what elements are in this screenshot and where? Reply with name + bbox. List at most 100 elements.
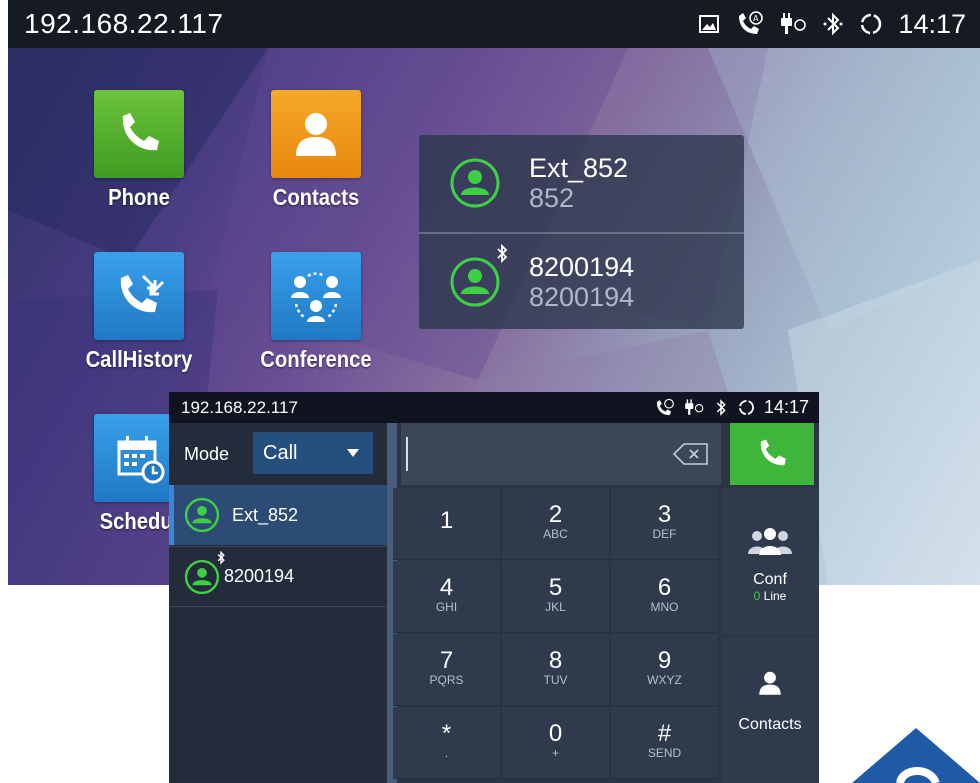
phone-icon	[760, 439, 786, 466]
text-cursor	[406, 437, 408, 471]
key-letters: GHI	[435, 600, 458, 614]
status-icons: A 14:17	[698, 9, 966, 40]
brand-logo-icon	[852, 728, 980, 783]
dialer-status-bar: 192.168.22.117 14:17	[169, 392, 819, 423]
contact-list-pane: Mode Call Ext_852 8200194	[169, 423, 387, 783]
favorite-number: 852	[529, 183, 575, 213]
key-letters: ABC	[543, 527, 568, 541]
favorite-number: 8200194	[529, 282, 635, 312]
key-digit: 6	[657, 574, 672, 601]
favorite-contact-row[interactable]: Ext_852 852	[419, 135, 744, 231]
app-label: Contacts	[272, 184, 360, 210]
dialer-screen: 192.168.22.117 14:17 Mode Call Ext_852 8…	[169, 392, 819, 783]
key-letters: JKL	[545, 600, 566, 614]
key-2[interactable]: 2 ABC	[502, 488, 610, 560]
key-8[interactable]: 8 TUV	[502, 634, 610, 706]
phone-icon	[94, 90, 184, 178]
key-4[interactable]: 4 GHI	[393, 561, 501, 633]
conference-line-count: 0	[753, 589, 761, 603]
app-conference[interactable]: Conference	[246, 252, 386, 373]
key-9[interactable]: 9 WXYZ	[611, 634, 719, 706]
power-supply-icon	[781, 13, 807, 34]
key-digit: 5	[548, 574, 563, 601]
favorite-contact-row[interactable]: 8200194 8200194	[419, 234, 744, 330]
app-call-history[interactable]: CallHistory	[69, 252, 209, 373]
key-star[interactable]: *.	[393, 707, 501, 779]
key-7[interactable]: 7 PQRS	[393, 634, 501, 706]
mode-label: Mode	[184, 443, 230, 464]
key-5[interactable]: 5 JKL	[502, 561, 610, 633]
status-time: 14:17	[898, 8, 966, 39]
key-digit: 7	[439, 647, 454, 674]
app-label: CallHistory	[85, 346, 193, 372]
contact-person-icon	[271, 90, 361, 178]
key-hash[interactable]: # SEND	[611, 707, 719, 779]
contacts-label: Contacts	[738, 716, 802, 733]
key-digit: 3	[657, 501, 672, 528]
key-3[interactable]: 3 DEF	[611, 488, 719, 560]
key-6[interactable]: 6 MNO	[611, 561, 719, 633]
call-button[interactable]	[730, 423, 814, 485]
key-digit: 1	[439, 507, 454, 534]
contact-avatar-icon	[184, 550, 225, 595]
conference-line-label: Line	[763, 589, 787, 603]
conference-label: Conf	[753, 571, 787, 588]
app-contacts[interactable]: Contacts	[246, 90, 386, 211]
app-label: Conference	[260, 346, 372, 372]
key-digit: 2	[548, 501, 563, 528]
call-history-icon	[94, 252, 184, 340]
voicemail-call-icon: A	[739, 11, 764, 34]
contact-person-icon	[759, 671, 781, 695]
bluetooth-icon	[497, 244, 508, 264]
key-letters: +	[551, 746, 559, 760]
dial-number-input[interactable]	[401, 423, 721, 485]
app-phone[interactable]: Phone	[69, 90, 209, 211]
key-letters: .	[444, 746, 449, 760]
mode-dropdown[interactable]: Call	[253, 432, 373, 474]
status-ip-address: 192.168.22.117	[24, 8, 224, 39]
favorite-name: 8200194	[529, 252, 635, 282]
key-digit: *	[441, 720, 452, 747]
contact-avatar-icon	[449, 157, 501, 209]
conference-button[interactable]: Conf 0 Line	[721, 488, 819, 637]
key-letters: WXYZ	[647, 673, 682, 687]
key-digit: #	[657, 720, 672, 747]
voicemail-call-icon	[656, 398, 674, 415]
conference-icon	[271, 252, 361, 340]
key-1[interactable]: 1	[393, 488, 501, 560]
power-supply-icon	[685, 399, 704, 415]
contact-list-item[interactable]: Ext_852	[169, 485, 387, 545]
contact-avatar-icon	[184, 497, 220, 533]
contact-avatar-icon	[449, 244, 508, 308]
contact-name: Ext_852	[232, 504, 299, 525]
dialer-side-actions: Conf 0 Line Contacts	[721, 488, 819, 783]
conference-people-icon	[748, 528, 792, 555]
key-letters: PQRS	[429, 673, 464, 687]
status-ip-address: 192.168.22.117	[181, 397, 298, 417]
status-time: 14:17	[763, 397, 809, 417]
contacts-button[interactable]: Contacts	[721, 637, 819, 783]
key-digit: 9	[657, 647, 672, 674]
key-letters: TUV	[543, 673, 568, 687]
key-letters: SEND	[647, 746, 682, 760]
sync-icon	[861, 13, 882, 35]
contact-list-item[interactable]: 8200194	[169, 547, 387, 607]
backspace-icon[interactable]	[673, 442, 709, 466]
chevron-down-icon	[347, 449, 359, 457]
mode-row: Mode Call	[169, 423, 387, 485]
status-icons: 14:17	[653, 397, 809, 418]
key-letters: MNO	[650, 600, 679, 614]
key-0[interactable]: 0 +	[502, 707, 610, 779]
contact-name: 8200194	[224, 566, 295, 586]
key-digit: 0	[548, 720, 563, 747]
app-label: Phone	[108, 184, 170, 210]
svg-text:A: A	[753, 14, 759, 23]
favorite-name: Ext_852	[529, 153, 629, 183]
key-digit: 4	[439, 574, 454, 601]
dial-keypad: 1 2 ABC 3 DEF 4 GHI 5 JKL 6 MNO 7 PQRS 8 TUV 9W…	[393, 488, 720, 783]
mode-value: Call	[263, 441, 298, 464]
conference-line-status: 0 Line	[721, 589, 819, 603]
bluetooth-icon	[823, 12, 843, 36]
key-letters: DEF	[652, 527, 677, 541]
bluetooth-icon	[217, 550, 225, 565]
